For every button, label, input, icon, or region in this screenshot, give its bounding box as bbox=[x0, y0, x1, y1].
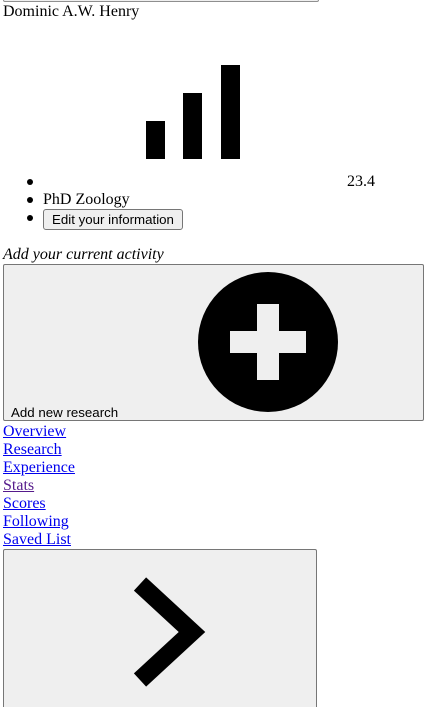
nav-link-following[interactable]: Following bbox=[3, 513, 69, 530]
score-value: 23.4 bbox=[347, 173, 375, 190]
top-button-edge[interactable] bbox=[3, 0, 319, 2]
nav-link-experience[interactable]: Experience bbox=[3, 459, 75, 476]
nav-item-following: Following bbox=[3, 513, 75, 531]
profile-nav: Overview Research Experience Stats Score… bbox=[3, 423, 75, 549]
nav-item-scores: Scores bbox=[3, 495, 75, 513]
nav-link-overview[interactable]: Overview bbox=[3, 423, 66, 440]
bar-chart-bar-tall bbox=[221, 65, 240, 159]
bar-chart-icon bbox=[146, 65, 240, 159]
nav-item-experience: Experience bbox=[3, 459, 75, 477]
edit-information-button[interactable]: Edit your information bbox=[43, 209, 183, 230]
nav-item-saved-list: Saved List bbox=[3, 531, 75, 549]
bar-chart-bar-medium bbox=[183, 93, 202, 159]
nav-item-research: Research bbox=[3, 441, 75, 459]
nav-link-scores[interactable]: Scores bbox=[3, 495, 46, 512]
plus-circle-icon bbox=[198, 272, 338, 412]
nav-link-saved-list[interactable]: Saved List bbox=[3, 531, 71, 548]
profile-name: Dominic A.W. Henry bbox=[3, 3, 140, 20]
activity-prompt: Add your current activity bbox=[3, 246, 164, 263]
add-research-button[interactable]: Add new research bbox=[3, 264, 424, 421]
next-button[interactable] bbox=[3, 549, 317, 707]
degree-item: PhD Zoology bbox=[27, 191, 130, 209]
nav-link-stats[interactable]: Stats bbox=[3, 477, 34, 494]
nav-link-research[interactable]: Research bbox=[3, 441, 62, 458]
bar-chart-bar-short bbox=[146, 121, 165, 159]
chevron-right-icon bbox=[133, 577, 206, 687]
nav-item-stats: Stats bbox=[3, 477, 75, 495]
nav-item-overview: Overview bbox=[3, 423, 75, 441]
add-research-label: Add new research bbox=[11, 405, 119, 420]
degree-label: PhD Zoology bbox=[43, 191, 130, 208]
